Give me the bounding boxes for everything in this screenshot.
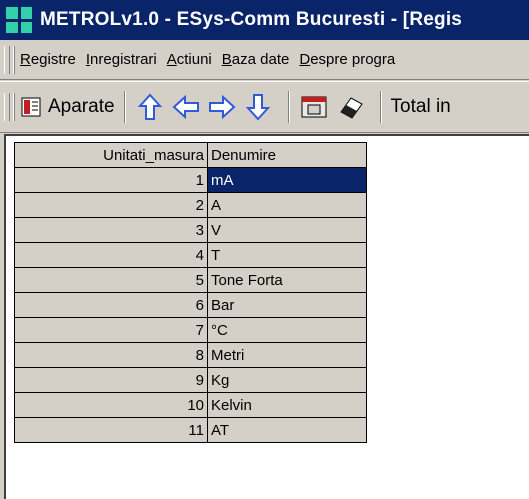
cell-name[interactable]: mA [207, 167, 367, 193]
menu-bar: Registre Inregistrari Actiuni Baza date … [0, 40, 529, 80]
grid-header-row: Unitati_masura Denumire [14, 142, 367, 168]
table-row[interactable]: 11 AT [14, 417, 367, 443]
cell-name[interactable]: AT [207, 417, 367, 443]
column-header-unitati-masura[interactable]: Unitati_masura [14, 142, 208, 168]
cell-id[interactable]: 9 [14, 367, 208, 393]
arrow-down-icon[interactable] [243, 92, 273, 122]
menu-actiuni[interactable]: Actiuni [167, 51, 212, 68]
menu-registre[interactable]: Registre [20, 51, 76, 68]
window-frame-edge [0, 134, 6, 499]
arrow-up-icon[interactable] [135, 92, 165, 122]
table-row[interactable]: 10 Kelvin [14, 392, 367, 418]
menu-despre-program[interactable]: Despre progra [299, 51, 395, 68]
aparate-label: Aparate [48, 96, 115, 117]
cell-name[interactable]: Bar [207, 292, 367, 318]
aparate-button[interactable]: Aparate [20, 96, 115, 118]
arrow-right-icon[interactable] [207, 92, 237, 122]
table-row[interactable]: 2 A [14, 192, 367, 218]
cell-id[interactable]: 10 [14, 392, 208, 418]
total-label: Total in [390, 96, 451, 117]
menu-grip-handle[interactable] [4, 45, 10, 74]
cell-id[interactable]: 5 [14, 267, 208, 293]
cell-id[interactable]: 6 [14, 292, 208, 318]
toolbar-grip-handle[interactable] [4, 93, 10, 121]
cell-id[interactable]: 11 [14, 417, 208, 443]
menu-baza-date[interactable]: Baza date [222, 51, 290, 68]
toolbar: Aparate Total in [0, 81, 529, 133]
table-row[interactable]: 6 Bar [14, 292, 367, 318]
cell-id[interactable]: 7 [14, 317, 208, 343]
cell-name[interactable]: Tone Forta [207, 267, 367, 293]
cell-name[interactable]: A [207, 192, 367, 218]
cell-name[interactable]: Kelvin [207, 392, 367, 418]
cell-name[interactable]: V [207, 217, 367, 243]
cell-name[interactable]: °C [207, 317, 367, 343]
title-bar[interactable]: METROLv1.0 - ESys-Comm Bucuresti - [Regi… [0, 0, 529, 40]
app-icon[interactable] [6, 7, 32, 33]
table-row[interactable]: 9 Kg [14, 367, 367, 393]
table-row[interactable]: 5 Tone Forta [14, 267, 367, 293]
cell-id[interactable]: 4 [14, 242, 208, 268]
toolbar-separator [123, 91, 126, 123]
eraser-icon[interactable] [335, 92, 365, 122]
cell-id[interactable]: 1 [14, 167, 208, 193]
table-row[interactable]: 7 °C [14, 317, 367, 343]
data-grid: Unitati_masura Denumire 1 mA 2 A 3 V 4 T… [14, 142, 367, 443]
table-row[interactable]: 3 V [14, 217, 367, 243]
table-row[interactable]: 1 mA [14, 167, 367, 193]
arrow-left-icon[interactable] [171, 92, 201, 122]
window-title: METROLv1.0 - ESys-Comm Bucuresti - [Regi… [40, 9, 463, 30]
toolbar-separator [379, 91, 382, 123]
cell-id[interactable]: 8 [14, 342, 208, 368]
cell-id[interactable]: 3 [14, 217, 208, 243]
aparate-icon [21, 97, 41, 117]
cell-name[interactable]: Metri [207, 342, 367, 368]
cell-name[interactable]: Kg [207, 367, 367, 393]
column-header-denumire[interactable]: Denumire [207, 142, 367, 168]
cell-name[interactable]: T [207, 242, 367, 268]
table-row[interactable]: 8 Metri [14, 342, 367, 368]
menu-inregistrari[interactable]: Inregistrari [86, 51, 157, 68]
cell-id[interactable]: 2 [14, 192, 208, 218]
toolbar-separator [287, 91, 290, 123]
table-row[interactable]: 4 T [14, 242, 367, 268]
report-icon[interactable] [299, 92, 329, 122]
